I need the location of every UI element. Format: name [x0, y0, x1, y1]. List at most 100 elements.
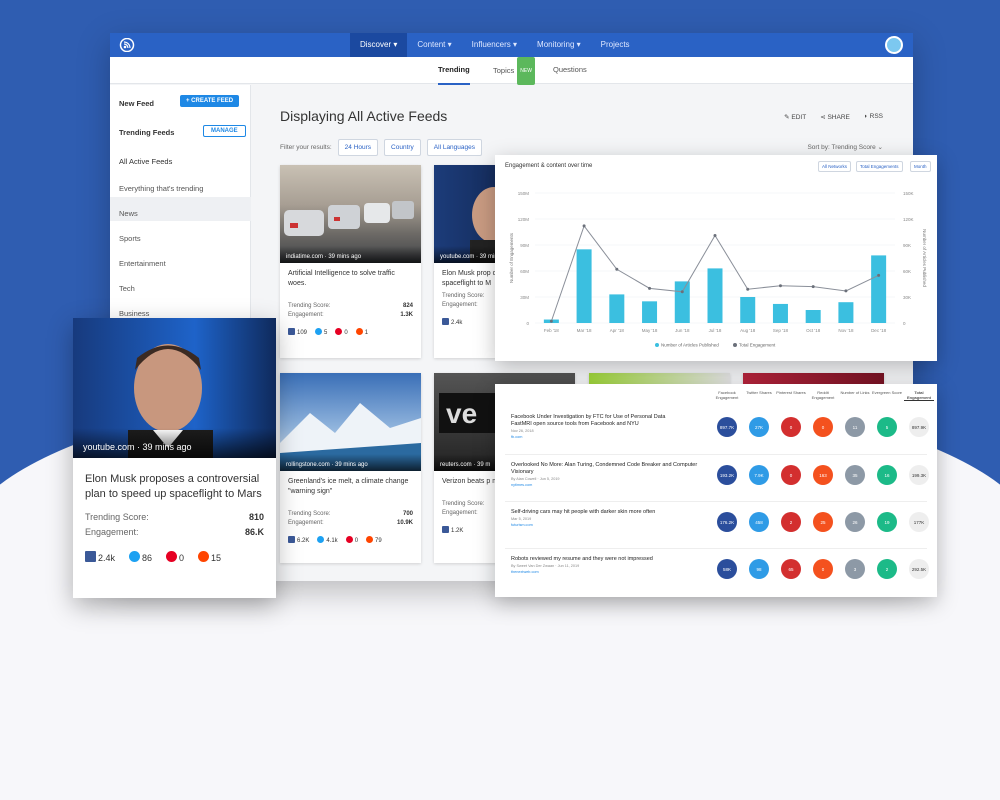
- sidebar-item-sports[interactable]: Sports: [119, 234, 141, 243]
- rss-label: RSS: [869, 113, 883, 120]
- card-source: youtube.com · 39 mins ago: [73, 428, 276, 458]
- metric-circle: 26: [845, 512, 865, 532]
- twitter-count: 5: [315, 328, 327, 336]
- nav-label: Content: [417, 40, 446, 49]
- facebook-count: 2.4k: [85, 551, 115, 563]
- article-title[interactable]: Facebook Under Investigation by FTC for …: [511, 414, 701, 421]
- reddit-count: 15: [198, 551, 221, 563]
- x-tick-label: Aug '18: [740, 328, 756, 333]
- feed-card[interactable]: rollingstone.com · 39 mins ago Greenland…: [280, 373, 421, 563]
- twitter-value: 4.1k: [326, 538, 338, 544]
- twitter-icon: [315, 328, 323, 335]
- share-icon: ⋖: [820, 114, 826, 121]
- column-header[interactable]: Evergreen Score: [872, 390, 902, 395]
- metric-circle: 19: [877, 512, 897, 532]
- share-button[interactable]: ⋖ SHARE: [820, 113, 850, 121]
- nav-projects[interactable]: Projects: [591, 33, 640, 57]
- tab-topics[interactable]: Topics NEW: [493, 57, 535, 85]
- facebook-value: 109: [297, 330, 308, 336]
- line-point: [648, 286, 652, 290]
- card-source: rollingstone.com · 39 mins ago: [280, 454, 421, 471]
- nav-content[interactable]: Content ▾: [407, 33, 461, 57]
- metric-circle: 177K: [909, 512, 929, 532]
- facebook-count: 6.2K: [288, 536, 309, 544]
- feed-actions: ✎ EDIT ⋖ SHARE ◗ RSS: [784, 113, 883, 121]
- tab-questions[interactable]: Questions: [553, 57, 587, 83]
- sidebar-item-entertainment[interactable]: Entertainment: [119, 259, 166, 268]
- filter-bar: Filter your results: 24 Hours Country Al…: [280, 139, 482, 156]
- edit-button[interactable]: ✎ EDIT: [784, 113, 806, 121]
- card-title[interactable]: Elon Musk proposes a controversial plan …: [73, 458, 276, 502]
- bar: [740, 297, 756, 323]
- card-title[interactable]: Greenland's ice melt, a climate change "…: [280, 471, 421, 497]
- y2-tick-label: 90K: [903, 243, 911, 248]
- reddit-icon: [366, 536, 374, 543]
- column-header[interactable]: Reddit Engagement: [808, 390, 838, 400]
- nav-influencers[interactable]: Influencers ▾: [462, 33, 527, 57]
- metric-circle: 2: [781, 512, 801, 532]
- trending-score-row: Trending Score: 700: [280, 511, 421, 517]
- article-subtitle[interactable]: FastMRI open source tools from Facebook …: [511, 421, 701, 428]
- x-tick-label: Mar '18: [577, 328, 592, 333]
- x-tick-label: Nov '18: [838, 328, 854, 333]
- sidebar-item-all-active-feeds[interactable]: All Active Feeds: [119, 157, 172, 166]
- rss-logo-icon[interactable]: [119, 38, 135, 52]
- sort-dropdown[interactable]: Sort by: Trending Score ⌄: [807, 143, 883, 151]
- create-feed-button[interactable]: + CREATE FEED: [180, 95, 240, 107]
- engagement-label: Engagement:: [288, 520, 324, 526]
- column-header[interactable]: Twitter Shares: [744, 390, 774, 395]
- line-point: [549, 319, 553, 323]
- score-value: 700: [402, 511, 413, 517]
- card-title[interactable]: Artificial Intelligence to solve traffic…: [280, 263, 421, 289]
- metric-circle: 458: [749, 512, 769, 532]
- rss-button[interactable]: ◗ RSS: [864, 113, 883, 121]
- metric-circle: 0: [813, 417, 833, 437]
- manage-button[interactable]: MANAGE: [203, 125, 246, 137]
- nav-monitoring[interactable]: Monitoring ▾: [527, 33, 591, 57]
- y-tick-label: 120M: [518, 217, 530, 222]
- line-point: [713, 233, 717, 237]
- social-counts: 109 5 0 1: [280, 328, 421, 336]
- article-title[interactable]: Self-driving cars may hit people with da…: [511, 509, 701, 516]
- filter-24-hours[interactable]: 24 Hours: [337, 139, 379, 156]
- sidebar-item-news[interactable]: News: [119, 209, 138, 218]
- legend-label: Total Engagement: [739, 343, 776, 348]
- sidebar-item-business[interactable]: Business: [119, 309, 149, 318]
- x-tick-label: Jun '18: [675, 328, 690, 333]
- feed-card[interactable]: indiatime.com · 39 mins ago Artificial I…: [280, 165, 421, 358]
- reddit-icon: [355, 328, 363, 335]
- article-link[interactable]: thenextweb.com: [511, 570, 539, 574]
- article-title[interactable]: Overlooked No More: Alan Turing, Condemn…: [511, 462, 701, 476]
- reddit-icon: [198, 551, 210, 562]
- column-header[interactable]: Total Engagement: [904, 390, 934, 401]
- y2-tick-label: 0: [903, 321, 906, 326]
- tab-trending[interactable]: Trending: [438, 57, 470, 85]
- nav-discover[interactable]: Discover ▾: [350, 33, 408, 57]
- trending-score-row: Trending Score: 824: [280, 303, 421, 309]
- article-link[interactable]: futurism.com: [511, 523, 533, 527]
- featured-feed-card[interactable]: youtube.com · 39 mins ago Elon Musk prop…: [73, 318, 276, 598]
- trending-score-row: Trending Score: 810: [73, 512, 276, 522]
- user-avatar[interactable]: [885, 36, 903, 54]
- filter-country[interactable]: Country: [384, 139, 421, 156]
- column-header[interactable]: Pinterest Shares: [776, 390, 806, 395]
- metric-circle: 5: [877, 417, 897, 437]
- article-link[interactable]: nytimes.com: [511, 483, 532, 487]
- column-header[interactable]: Number of Links: [840, 390, 870, 395]
- sidebar-item-tech[interactable]: Tech: [119, 284, 135, 293]
- score-label: Trending Score:: [85, 512, 149, 522]
- pinterest-icon: [345, 536, 353, 543]
- x-tick-label: May '18: [642, 328, 658, 333]
- nav-label: Projects: [600, 40, 630, 49]
- pinterest-count: 0: [345, 536, 358, 544]
- pinterest-count: 0: [335, 328, 348, 336]
- article-title[interactable]: Robots reviewed my resume and they were …: [511, 556, 701, 563]
- column-header[interactable]: Facebook Engagement: [712, 390, 742, 400]
- pinterest-count: 0: [166, 551, 184, 563]
- engagement-label: Engagement:: [442, 510, 478, 516]
- article-link[interactable]: fb.com: [511, 435, 522, 439]
- filter-languages[interactable]: All Languages: [426, 139, 482, 156]
- article-meta: Mar 5, 2019: [511, 517, 532, 521]
- sidebar-item-everything[interactable]: Everything that's trending: [119, 184, 203, 193]
- x-tick-label: Feb '18: [544, 328, 559, 333]
